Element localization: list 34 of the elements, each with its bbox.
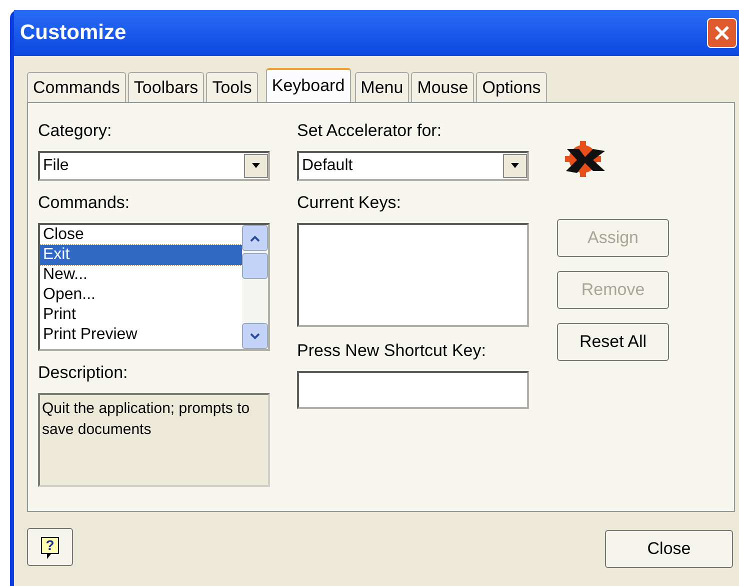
scroll-down-icon[interactable] <box>242 323 268 349</box>
field-label: Current Keys: <box>297 193 402 214</box>
list-item[interactable]: Exit <box>40 245 242 265</box>
tab[interactable]: Mouse <box>411 72 474 102</box>
scrollbar[interactable] <box>242 225 268 349</box>
window-title: Customize <box>20 21 126 45</box>
category-dropdown[interactable]: File <box>38 151 270 181</box>
accelerator-dropdown[interactable]: Default <box>297 151 529 181</box>
tab[interactable]: Toolbars <box>128 72 204 102</box>
tab[interactable]: Commands <box>27 72 126 102</box>
tab[interactable]: Options <box>476 72 547 102</box>
scroll-thumb[interactable] <box>242 253 268 279</box>
tab[interactable]: Keyboard <box>266 68 351 102</box>
field-label: Category: <box>38 121 113 142</box>
shortcut-input-field[interactable] <box>297 371 529 409</box>
list-item[interactable]: New... <box>40 265 242 285</box>
scroll-up-icon[interactable] <box>242 225 268 251</box>
field-label: Description: <box>38 363 129 384</box>
field-label: Commands: <box>38 193 131 214</box>
list-item[interactable]: Print Preview <box>40 325 242 345</box>
field-label: Set Accelerator for: <box>297 121 443 142</box>
list-item[interactable]: Print <box>40 305 242 325</box>
tab[interactable]: Tools <box>206 72 258 102</box>
current-keys-list[interactable] <box>297 223 529 327</box>
field-label: Press New Shortcut Key: <box>297 341 487 362</box>
close-button[interactable]: Close <box>605 530 733 568</box>
gear-x-logo-icon <box>563 141 607 179</box>
list-item[interactable]: Open... <box>40 285 242 305</box>
list-item[interactable]: Close <box>40 225 242 245</box>
description-text: Quit the application; prompts to save documents <box>38 393 270 487</box>
action-button[interactable]: Reset All <box>557 323 669 361</box>
tab[interactable]: Menu <box>354 72 410 102</box>
close-icon[interactable] <box>707 18 737 48</box>
help-button[interactable]: ? <box>27 528 73 566</box>
